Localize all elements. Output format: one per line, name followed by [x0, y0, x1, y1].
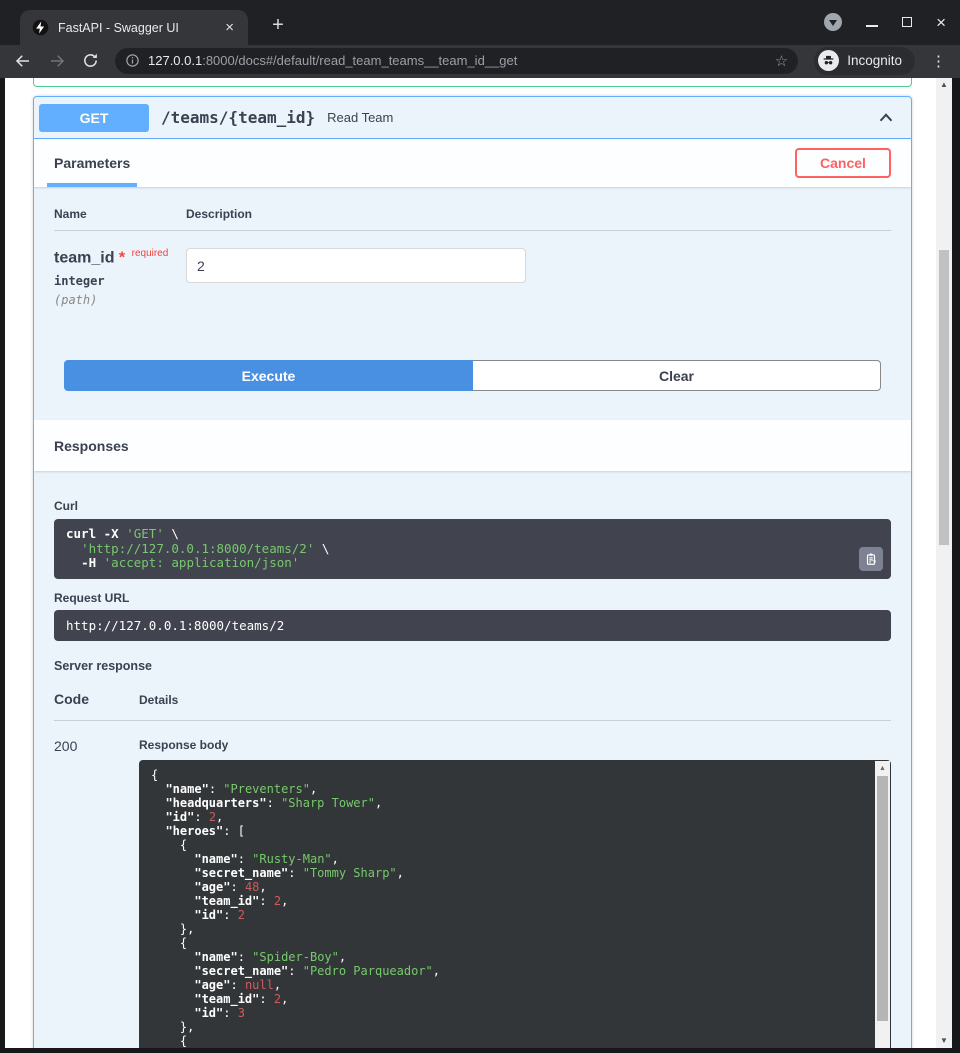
reload-icon[interactable] — [82, 52, 99, 69]
opblock-get-read-team: GET /teams/{team_id} Read Team Parameter… — [33, 96, 912, 1048]
incognito-label: Incognito — [847, 53, 902, 68]
clear-button[interactable]: Clear — [473, 360, 881, 391]
back-icon[interactable] — [14, 52, 32, 70]
collapse-chevron-icon[interactable] — [875, 107, 897, 129]
responses-header-row: Responses — [34, 420, 911, 471]
parameter-type: integer — [54, 274, 186, 288]
window-frame: GET /teams/{team_id} Read Team Parameter… — [0, 78, 960, 1053]
team-id-input[interactable] — [186, 248, 526, 283]
parameter-value-cell — [186, 248, 526, 307]
fastapi-favicon-icon — [32, 19, 49, 36]
response-scrollbar-thumb[interactable] — [877, 776, 888, 1021]
tab-search-icon[interactable] — [824, 13, 842, 31]
page-content: GET /teams/{team_id} Read Team Parameter… — [5, 78, 936, 1048]
curl-command-code: curl -X 'GET' \ 'http://127.0.0.1:8000/t… — [66, 527, 879, 571]
endpoint-path: /teams/{team_id} — [161, 108, 315, 127]
responses-title: Responses — [54, 438, 129, 454]
cancel-button[interactable]: Cancel — [795, 148, 891, 178]
page-info-icon[interactable] — [125, 53, 140, 68]
details-column-header: Details — [139, 693, 178, 707]
address-bar[interactable]: 127.0.0.1:8000/docs#/default/read_team_t… — [115, 48, 798, 74]
page-scroll-up-icon[interactable]: ▲ — [936, 78, 952, 92]
tab-strip: FastAPI - Swagger UI × + × — [0, 0, 960, 45]
forward-icon[interactable] — [48, 52, 66, 70]
response-details-cell: Response body { "name": "Preventers", "h… — [139, 738, 891, 1048]
response-scroll-up-icon[interactable]: ▲ — [875, 763, 890, 775]
parameters-header-row: Parameters Cancel — [34, 139, 911, 187]
tab-close-icon[interactable]: × — [221, 18, 238, 37]
request-url-block: http://127.0.0.1:8000/teams/2 — [54, 610, 891, 641]
curl-command-block: curl -X 'GET' \ 'http://127.0.0.1:8000/t… — [54, 519, 891, 579]
new-tab-icon[interactable]: + — [264, 12, 292, 40]
browser-window: FastAPI - Swagger UI × + × — [0, 0, 960, 1053]
minimize-icon[interactable] — [866, 25, 878, 27]
request-url-label: Request URL — [54, 591, 891, 605]
parameters-body: Name Description team_id * required inte… — [34, 187, 911, 420]
response-body-label: Response body — [139, 738, 891, 752]
responses-body: Curl curl -X 'GET' \ 'http://127.0.0.1:8… — [34, 471, 911, 1048]
parameter-meta: team_id * required integer (path) — [54, 248, 186, 307]
opblock-header[interactable]: GET /teams/{team_id} Read Team — [34, 97, 911, 139]
server-response-label: Server response — [54, 659, 891, 673]
page-scroll-down-icon[interactable]: ▼ — [936, 1034, 952, 1048]
status-code: 200 — [54, 738, 139, 1048]
browser-toolbar: 127.0.0.1:8000/docs#/default/read_team_t… — [0, 45, 960, 78]
curl-label: Curl — [54, 499, 891, 513]
tab-parameters[interactable]: Parameters — [47, 139, 137, 187]
required-label: required — [132, 248, 169, 259]
execute-row: Execute Clear — [64, 360, 881, 391]
response-row: 200 Response body { "name": "Preventers"… — [54, 738, 891, 1048]
incognito-badge: Incognito — [814, 47, 915, 75]
parameters-columns: Name Description — [54, 207, 891, 231]
url-text[interactable]: 127.0.0.1:8000/docs#/default/read_team_t… — [148, 53, 767, 68]
column-name: Name — [54, 207, 186, 221]
url-host: 127.0.0.1 — [148, 53, 202, 68]
response-table-header: Code Details — [54, 691, 891, 721]
endpoint-summary: Read Team — [327, 110, 393, 125]
swagger-page: GET /teams/{team_id} Read Team Parameter… — [5, 78, 952, 1048]
method-badge: GET — [39, 104, 149, 132]
response-body-scrollbar[interactable]: ▲ — [875, 761, 890, 1048]
browser-tab[interactable]: FastAPI - Swagger UI × — [20, 10, 248, 45]
maximize-icon[interactable] — [902, 17, 912, 27]
parameter-name: team_id — [54, 249, 114, 266]
response-body-block: { "name": "Preventers", "headquarters": … — [139, 760, 891, 1048]
parameter-location: (path) — [54, 293, 186, 307]
response-body-code: { "name": "Preventers", "headquarters": … — [151, 768, 861, 1048]
execute-button[interactable]: Execute — [64, 360, 473, 391]
tab-title: FastAPI - Swagger UI — [58, 21, 221, 35]
browser-menu-icon[interactable]: ⋮ — [931, 52, 946, 70]
required-asterisk: * — [119, 249, 125, 266]
column-description: Description — [186, 207, 252, 221]
previous-opblock-edge — [33, 78, 912, 87]
parameter-row: team_id * required integer (path) — [54, 231, 891, 307]
page-scrollbar[interactable]: ▲ ▼ — [936, 78, 952, 1048]
url-path: :8000/docs#/default/read_team_teams__tea… — [202, 53, 517, 68]
window-controls: × — [824, 13, 946, 31]
copy-to-clipboard-icon[interactable] — [859, 547, 883, 571]
incognito-icon — [818, 50, 839, 71]
page-scrollbar-thumb[interactable] — [939, 250, 949, 545]
code-column-header: Code — [54, 691, 139, 707]
parameters-tab-label: Parameters — [54, 155, 130, 171]
window-close-icon[interactable]: × — [936, 14, 946, 31]
bookmark-star-icon[interactable]: ☆ — [775, 52, 788, 70]
